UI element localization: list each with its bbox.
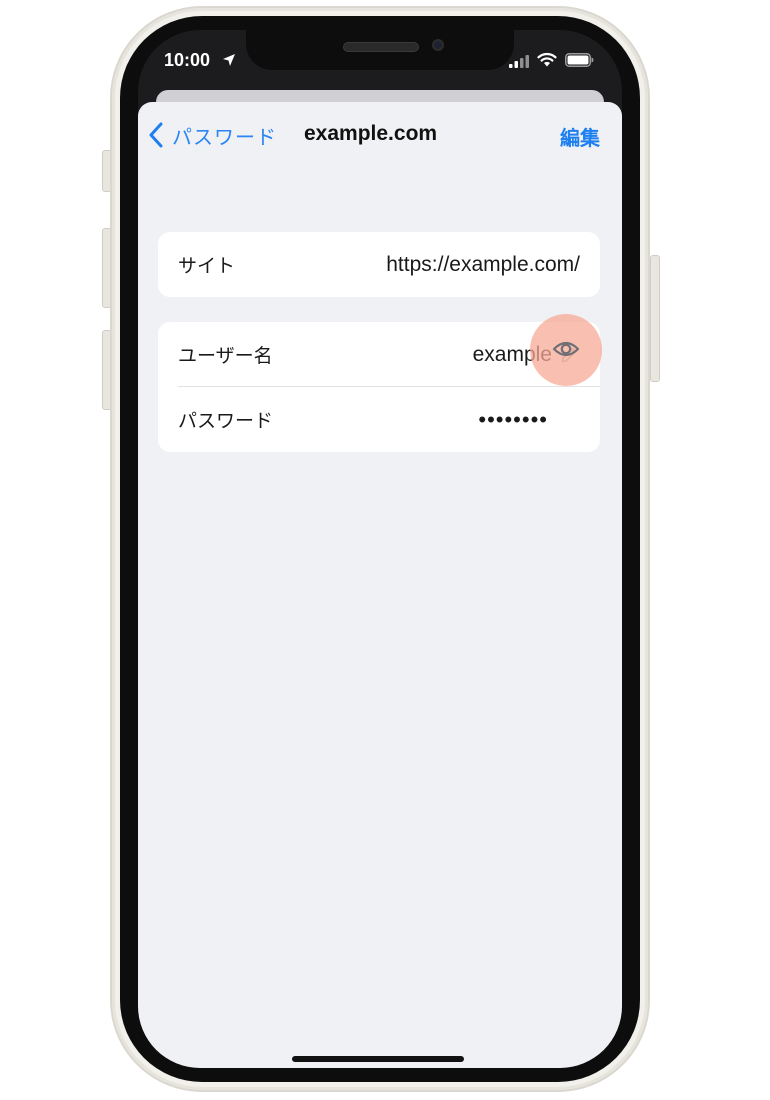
site-label: サイト bbox=[178, 255, 236, 277]
back-button-label: パスワード bbox=[172, 124, 277, 149]
navigation-bar: パスワード example.com 編集 bbox=[138, 102, 622, 168]
password-value: •••••••• bbox=[478, 406, 548, 432]
battery-icon bbox=[565, 53, 594, 67]
site-value: https://example.com/ bbox=[386, 252, 580, 276]
back-button[interactable]: パスワード bbox=[148, 120, 277, 150]
status-time: 10:00 bbox=[164, 50, 211, 70]
site-row[interactable]: サイト https://example.com/ bbox=[158, 232, 600, 297]
chevron-left-icon bbox=[149, 122, 163, 148]
password-row[interactable]: パスワード •••••••• bbox=[158, 387, 600, 452]
cellular-signal-icon bbox=[509, 55, 529, 68]
password-label: パスワード bbox=[178, 410, 274, 432]
username-label: ユーザー名 bbox=[178, 345, 273, 367]
notch bbox=[246, 30, 514, 70]
location-arrow-icon bbox=[223, 54, 235, 66]
home-indicator[interactable] bbox=[292, 1056, 464, 1062]
eye-icon[interactable] bbox=[552, 338, 580, 360]
power-button bbox=[650, 255, 660, 382]
edit-button[interactable]: 編集 bbox=[560, 122, 600, 151]
password-detail-sheet: パスワード example.com 編集 サイト https://example… bbox=[138, 102, 622, 1068]
stage: 10:00 パスワード example.com 編集 サイト https://e… bbox=[0, 0, 770, 1100]
site-group: サイト https://example.com/ bbox=[158, 232, 600, 297]
page-title: example.com bbox=[304, 122, 438, 145]
wifi-icon bbox=[537, 52, 557, 67]
phone-screen: 10:00 パスワード example.com 編集 サイト https://e… bbox=[138, 30, 622, 1068]
earpiece-speaker bbox=[343, 42, 419, 52]
front-camera bbox=[432, 39, 444, 51]
